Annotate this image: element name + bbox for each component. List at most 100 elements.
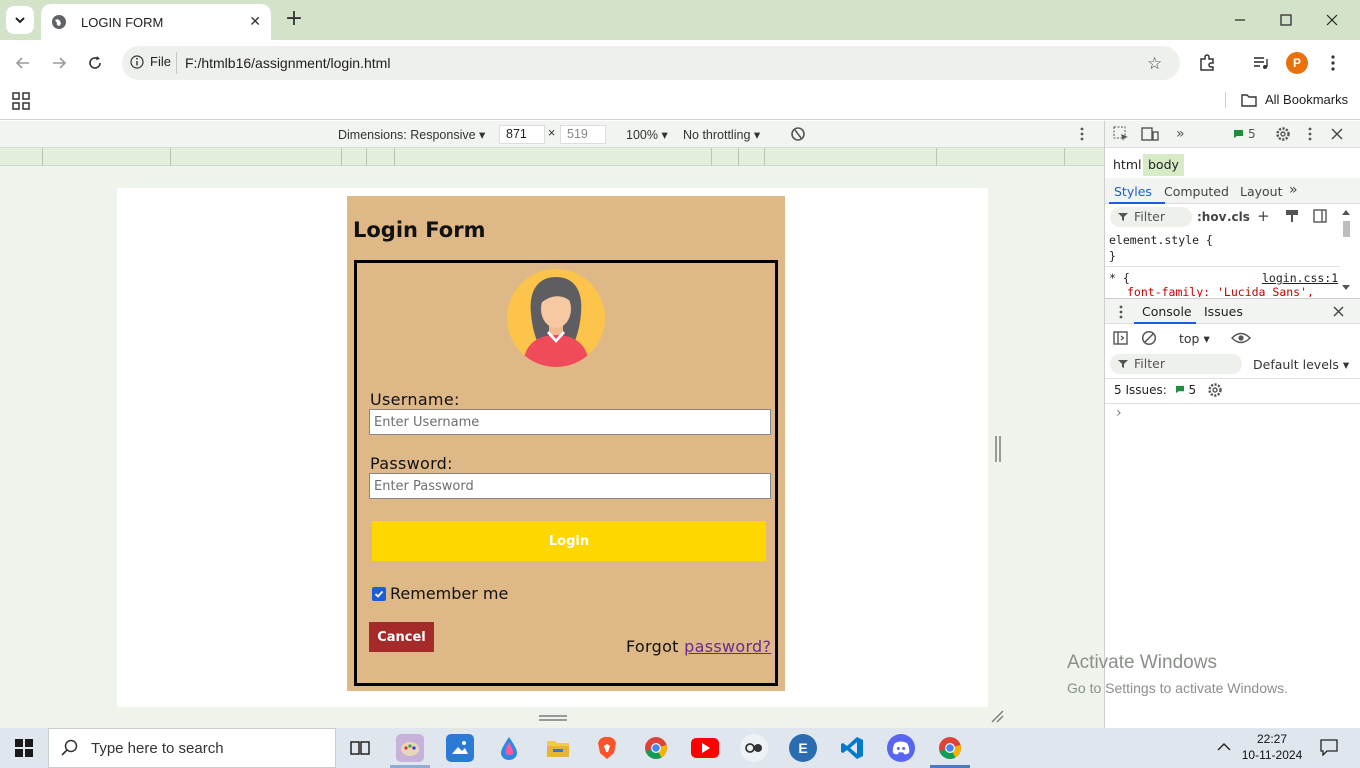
hov-toggle[interactable]: :hov bbox=[1197, 210, 1226, 224]
breadcrumb-html[interactable]: html bbox=[1108, 154, 1146, 176]
console-sidebar-icon[interactable] bbox=[1113, 331, 1128, 345]
password-label: Password: bbox=[370, 454, 453, 473]
dimensions-dropdown[interactable]: Dimensions: Responsive ▾ bbox=[338, 127, 485, 142]
sidebar-toggle-icon[interactable] bbox=[1313, 209, 1327, 223]
chevron-down-icon bbox=[15, 17, 25, 24]
breadcrumb-body[interactable]: body bbox=[1143, 154, 1184, 176]
rule-source-link[interactable]: login.css:1 bbox=[1262, 271, 1338, 285]
more-panels-icon[interactable]: » bbox=[1176, 126, 1185, 142]
connect-app-icon[interactable] bbox=[740, 734, 768, 762]
forgot-password-link[interactable]: password? bbox=[684, 637, 771, 656]
edge-app-icon[interactable]: E bbox=[789, 734, 817, 762]
system-clock[interactable]: 22:27 10-11-2024 bbox=[1240, 731, 1304, 763]
issues-badge[interactable]: 5 bbox=[1233, 127, 1256, 141]
site-info-chip[interactable]: File bbox=[130, 54, 171, 69]
tab-issues[interactable]: Issues bbox=[1204, 304, 1243, 319]
clear-console-icon[interactable] bbox=[1141, 330, 1157, 346]
username-input[interactable] bbox=[369, 409, 771, 435]
drawer-close-icon[interactable] bbox=[1333, 306, 1344, 317]
more-tabs-icon[interactable]: » bbox=[1289, 182, 1298, 198]
kebab-menu-icon[interactable] bbox=[1322, 52, 1344, 74]
reload-button[interactable] bbox=[82, 50, 108, 76]
discord-app-icon[interactable] bbox=[887, 734, 915, 762]
task-view-icon[interactable] bbox=[346, 734, 374, 762]
paint3d-app-icon[interactable] bbox=[495, 734, 523, 762]
resize-bottom-handle[interactable] bbox=[539, 715, 567, 721]
inspect-element-icon[interactable] bbox=[1113, 126, 1129, 142]
star-rule-selector[interactable]: * { bbox=[1109, 271, 1130, 285]
forward-button[interactable] bbox=[46, 50, 72, 76]
element-style-rule[interactable]: element.style { bbox=[1109, 233, 1213, 247]
paint-app-icon[interactable] bbox=[396, 734, 424, 762]
devtools-close-icon[interactable] bbox=[1331, 128, 1343, 140]
chrome-active-app-icon[interactable] bbox=[936, 734, 964, 762]
font-family-declaration[interactable]: font-family: 'Lucida Sans', bbox=[1127, 285, 1314, 297]
styles-scrollbar[interactable] bbox=[1340, 205, 1352, 295]
tray-chevron-up-icon[interactable] bbox=[1217, 742, 1231, 752]
tab-search-button[interactable] bbox=[6, 6, 34, 34]
back-button[interactable] bbox=[10, 50, 36, 76]
remember-me-checkbox[interactable] bbox=[372, 586, 386, 601]
globe-icon bbox=[52, 15, 66, 29]
file-explorer-icon[interactable] bbox=[544, 734, 572, 762]
username-label: Username: bbox=[370, 390, 460, 409]
bookmark-star-icon[interactable]: ☆ bbox=[1147, 54, 1162, 74]
password-input[interactable] bbox=[369, 473, 771, 499]
apps-grid-icon[interactable] bbox=[12, 92, 30, 110]
minimize-button[interactable] bbox=[1217, 0, 1263, 40]
device-toggle-icon[interactable] bbox=[1141, 126, 1159, 142]
console-filter-input[interactable]: Filter bbox=[1110, 354, 1242, 374]
console-prompt[interactable]: › bbox=[1116, 405, 1122, 421]
eye-icon[interactable] bbox=[1231, 332, 1251, 344]
resize-right-handle[interactable] bbox=[995, 436, 1001, 462]
vscode-app-icon[interactable] bbox=[838, 734, 866, 762]
photos-app-icon[interactable] bbox=[446, 734, 474, 762]
device-options-kebab-icon[interactable] bbox=[1080, 127, 1084, 141]
bookmarks-bar bbox=[0, 84, 1360, 120]
tab-computed[interactable]: Computed bbox=[1164, 184, 1229, 199]
console-filter-placeholder: Filter bbox=[1134, 356, 1165, 371]
active-tab-indicator bbox=[1109, 202, 1165, 204]
taskbar-search-placeholder: Type here to search bbox=[91, 739, 224, 757]
width-input[interactable]: 871 bbox=[499, 125, 545, 144]
address-url[interactable]: F:/htmlb16/assignment/login.html bbox=[185, 55, 390, 71]
profile-avatar[interactable]: P bbox=[1286, 52, 1308, 74]
tab-layout[interactable]: Layout bbox=[1240, 184, 1283, 199]
youtube-app-icon[interactable] bbox=[691, 738, 719, 758]
brave-browser-icon[interactable] bbox=[593, 734, 621, 762]
tab-close-icon[interactable]: ✕ bbox=[249, 14, 261, 30]
throttling-dropdown[interactable]: No throttling ▾ bbox=[683, 127, 760, 142]
remember-me-row: Remember me bbox=[372, 584, 508, 603]
maximize-button[interactable] bbox=[1263, 0, 1309, 40]
login-button[interactable]: Login bbox=[372, 521, 766, 561]
tab-styles[interactable]: Styles bbox=[1114, 184, 1152, 199]
drawer-menu-kebab-icon[interactable] bbox=[1119, 305, 1123, 319]
resize-corner-handle[interactable] bbox=[990, 709, 1004, 723]
height-input[interactable]: 519 bbox=[560, 125, 606, 144]
extensions-icon[interactable] bbox=[1196, 52, 1218, 74]
context-dropdown[interactable]: top ▾ bbox=[1179, 331, 1210, 346]
rotate-icon[interactable] bbox=[788, 124, 808, 144]
tab-console[interactable]: Console bbox=[1142, 304, 1192, 319]
settings-gear-icon[interactable] bbox=[1275, 126, 1291, 142]
styles-filter-input[interactable]: Filter bbox=[1110, 207, 1192, 227]
media-controls-icon[interactable] bbox=[1250, 52, 1272, 74]
log-levels-dropdown[interactable]: Default levels ▾ bbox=[1253, 357, 1349, 372]
devtools-kebab-icon[interactable] bbox=[1308, 127, 1312, 141]
issues-summary[interactable]: 5 Issues: 5 bbox=[1114, 383, 1196, 397]
new-tab-button[interactable]: + bbox=[282, 8, 306, 32]
all-bookmarks-button[interactable]: All Bookmarks bbox=[1241, 92, 1348, 107]
console-settings-gear-icon[interactable] bbox=[1207, 382, 1223, 398]
zoom-dropdown[interactable]: 100% ▾ bbox=[626, 127, 668, 142]
page-title: Login Form bbox=[353, 218, 486, 242]
close-window-button[interactable] bbox=[1309, 0, 1355, 40]
notifications-icon[interactable] bbox=[1320, 739, 1338, 756]
cancel-button[interactable]: Cancel bbox=[369, 622, 434, 652]
start-button[interactable] bbox=[0, 728, 48, 768]
new-rule-icon[interactable]: + bbox=[1257, 207, 1270, 225]
cls-toggle[interactable]: .cls bbox=[1227, 210, 1250, 224]
paint-brush-icon[interactable] bbox=[1285, 209, 1299, 223]
chrome-app-icon[interactable] bbox=[642, 734, 670, 762]
taskbar-search-box[interactable]: Type here to search bbox=[48, 728, 336, 768]
browser-tab-active[interactable]: LOGIN FORM ✕ bbox=[41, 4, 271, 40]
